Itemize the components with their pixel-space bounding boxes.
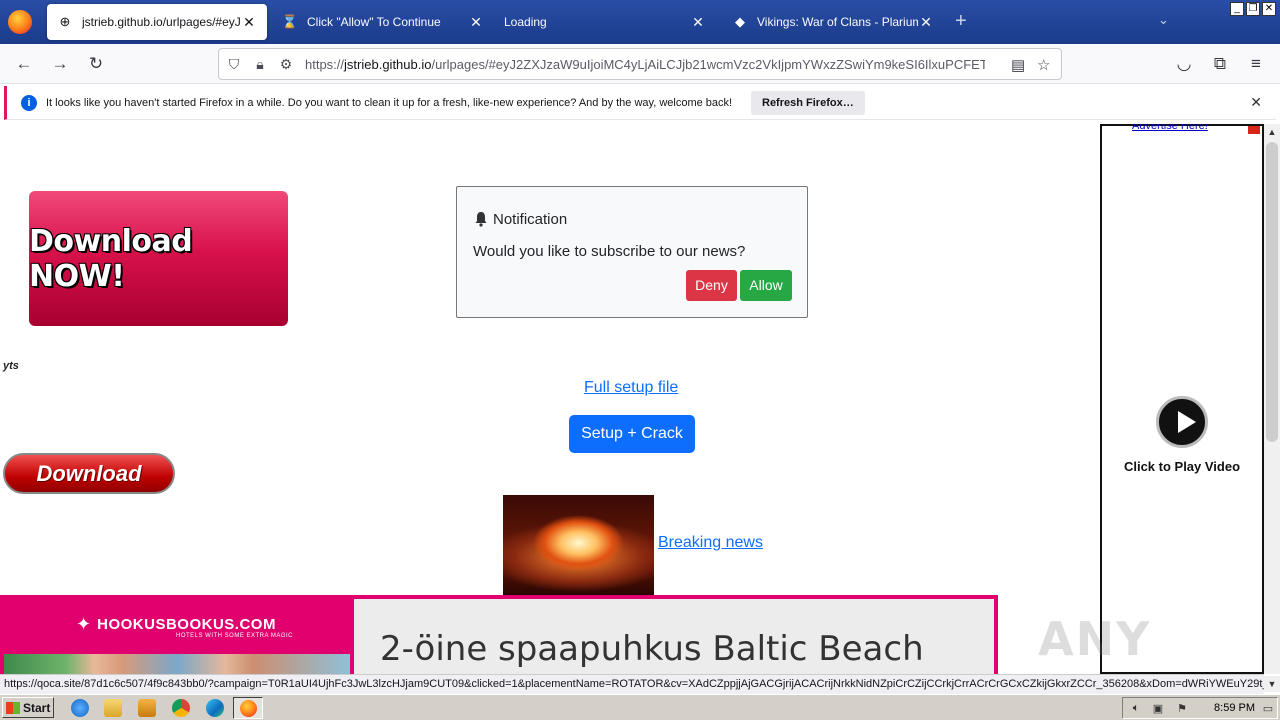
breaking-news-link[interactable]: Breaking news [658, 534, 763, 552]
ad-close-icon[interactable] [1248, 126, 1260, 134]
download-button[interactable]: Download [3, 453, 175, 494]
minimize-button[interactable]: _ [1230, 2, 1244, 16]
status-link-url: https://qoca.site/87d1c6c507/4f9c843bb0/… [0, 674, 1264, 694]
clock: 8:59 PM [1214, 702, 1255, 714]
bottom-banner-ad[interactable]: ✦ HOOKUSBOOKUS.COM HOTELS WITH SOME EXTR… [0, 595, 998, 674]
vikings-icon: ◆ [735, 14, 745, 29]
page-content: Download NOW! yts Download Notification … [0, 124, 1264, 674]
notification-bar: i It looks like you haven't started Fire… [4, 86, 1276, 120]
firefox-logo-icon[interactable] [8, 10, 32, 34]
network-icon[interactable]: ▣ [1151, 702, 1165, 716]
beach-photo [4, 654, 350, 674]
close-window-button[interactable]: ✕ [1262, 2, 1276, 16]
reload-icon[interactable]: ↻ [85, 53, 107, 75]
brand-tagline: HOTELS WITH SOME EXTRA MAGIC [176, 633, 294, 639]
nav-bar: ← → ↻ ⛉ 🔒︎ ⚙ https://jstrieb.github.io/u… [0, 44, 1280, 84]
tab-click-allow[interactable]: ⌛ Click "Allow" To Continue ✕ [272, 4, 494, 40]
scroll-up-arrow-icon[interactable]: ▲ [1264, 124, 1280, 140]
permissions-icon[interactable]: ⚙ [275, 56, 297, 73]
sparkle-icon: ✦ [76, 614, 92, 634]
tab-close-icon[interactable]: ✕ [918, 14, 934, 31]
lock-icon[interactable]: 🔒︎ [249, 56, 271, 73]
taskbar-firefox-button[interactable] [233, 697, 263, 719]
windows-taskbar: Start 🔈︎ ▣ ⚑ 8:59 PM ▭ [0, 694, 1280, 720]
download-label: Download [36, 460, 142, 486]
brand-logo-box: ✦ HOOKUSBOOKUS.COM [0, 595, 352, 654]
back-arrow-icon[interactable]: ← [13, 53, 35, 75]
promo-panel: 2-öine spaapuhkus Baltic Beach [354, 599, 994, 674]
download-now-banner[interactable]: Download NOW! [29, 191, 288, 326]
bookmark-star-icon[interactable]: ☆ [1037, 56, 1050, 74]
full-setup-link[interactable]: Full setup file [584, 379, 678, 397]
new-tab-icon[interactable]: + [955, 10, 967, 33]
restore-button[interactable]: ❐ [1246, 2, 1260, 16]
pocket-icon[interactable]: ◡ [1173, 53, 1195, 75]
explosion-image[interactable] [503, 495, 654, 595]
reader-view-icon[interactable]: ▤ [1011, 56, 1025, 74]
info-icon: i [21, 94, 37, 111]
notification-dialog: Notification Would you like to subscribe… [456, 186, 808, 318]
forward-arrow-icon[interactable]: → [49, 53, 71, 75]
promo-headline: 2-öine spaapuhkus Baltic Beach [380, 629, 924, 669]
flag-icon[interactable]: ⚑ [1175, 702, 1189, 716]
advertise-here-link[interactable]: Advertise Here! [1132, 124, 1208, 132]
url-prefix: https:// [305, 56, 345, 72]
page-scrollbar[interactable]: ▲ [1264, 124, 1280, 674]
firefox-icon [240, 700, 257, 717]
folder-icon[interactable] [104, 699, 122, 717]
url-host: jstrieb.github.io [344, 56, 432, 72]
globe-icon: ⊕ [59, 14, 71, 29]
url-bar[interactable]: ⛉ 🔒︎ ⚙ https://jstrieb.github.io/urlpage… [218, 48, 1062, 80]
url-path: /urlpages/#eyJ2ZXJzaW9uIjoiMC4yLjAiLCJjb… [431, 56, 985, 72]
ie-icon[interactable] [71, 699, 89, 717]
tab-bar: ⊕ jstrieb.github.io/urlpages/#eyJ2ZXJz ✕… [0, 0, 1280, 44]
hamburger-menu-icon[interactable]: ≡ [1245, 53, 1267, 75]
media-player-icon[interactable] [138, 699, 156, 717]
allow-button[interactable]: Allow [740, 270, 792, 301]
start-label: Start [23, 700, 51, 715]
download-now-label: Download NOW! [29, 223, 193, 294]
refresh-firefox-button[interactable]: Refresh Firefox… [751, 91, 865, 115]
tab-close-icon[interactable]: ✕ [690, 14, 706, 31]
start-button[interactable]: Start [2, 697, 54, 718]
extensions-icon[interactable]: ⧉ [1209, 53, 1231, 75]
tab-loading[interactable]: Loading ✕ [494, 4, 716, 40]
notification-title: Notification [493, 211, 568, 228]
windows-logo-icon [6, 701, 20, 714]
url-text[interactable]: https://jstrieb.github.io/urlpages/#eyJ2… [305, 57, 985, 72]
sidebar-video-ad[interactable]: Advertise Here! Click to Play Video [1100, 124, 1264, 674]
tab-jstrieb[interactable]: ⊕ jstrieb.github.io/urlpages/#eyJ2ZXJz ✕ [47, 4, 267, 40]
system-tray: 🔈︎ ▣ ⚑ 8:59 PM ▭ [1122, 697, 1278, 719]
chevron-down-icon[interactable]: ⌄ [1158, 12, 1169, 28]
shield-icon[interactable]: ⛉ [223, 56, 245, 73]
edge-icon[interactable] [206, 699, 224, 717]
yts-logo[interactable]: yts [3, 360, 19, 372]
infobar-message: It looks like you haven't started Firefo… [46, 96, 733, 109]
tab-vikings[interactable]: ◆ Vikings: War of Clans - Plarium ✕ [722, 4, 944, 40]
setup-crack-button[interactable]: Setup + Crack [569, 415, 695, 453]
brand-logo: HOOKUSBOOKUS.COM [97, 616, 276, 633]
show-desktop-icon[interactable]: ▭ [1261, 702, 1275, 716]
play-icon[interactable] [1156, 396, 1208, 448]
notification-message: Would you like to subscribe to our news? [473, 243, 746, 260]
tab-close-icon[interactable]: ✕ [468, 14, 484, 31]
close-icon[interactable]: ✕ [1250, 94, 1262, 111]
hourglass-icon: ⌛ [281, 14, 299, 29]
play-video-label[interactable]: Click to Play Video [1102, 459, 1262, 474]
tab-close-icon[interactable]: ✕ [241, 14, 257, 31]
scroll-down-arrow-icon[interactable]: ▼ [1264, 676, 1280, 692]
chrome-icon[interactable] [172, 699, 190, 717]
deny-button[interactable]: Deny [686, 270, 737, 301]
volume-icon[interactable]: 🔈︎ [1129, 702, 1143, 716]
scroll-thumb[interactable] [1266, 142, 1278, 442]
